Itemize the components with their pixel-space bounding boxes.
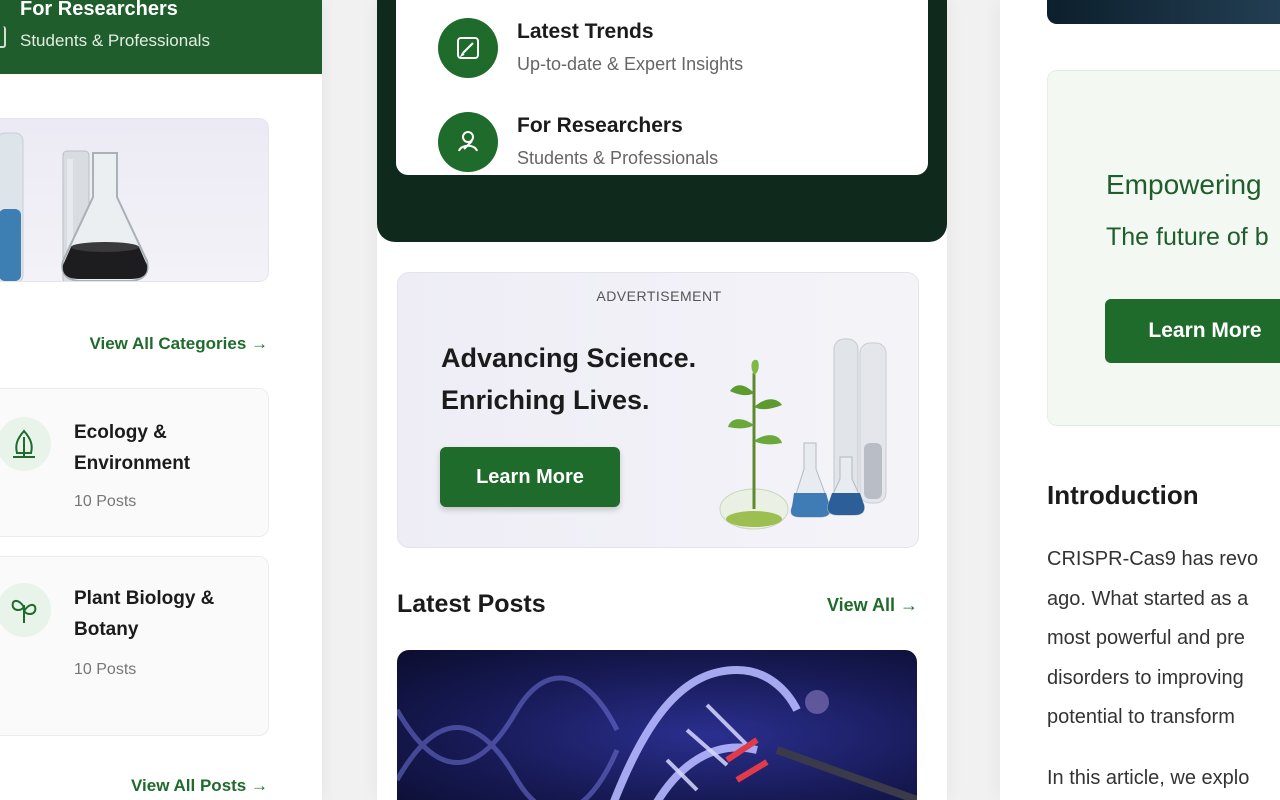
sprout-icon (0, 583, 51, 637)
hero-image (1047, 0, 1280, 24)
promo-subheading: The future of b (1106, 223, 1269, 251)
features-panel: Latest Trends Up-to-date & Expert Insigh… (377, 0, 947, 242)
banner-subtitle: Students & Professionals (20, 31, 210, 50)
promo-card: Empowering The future of b Learn More (1047, 70, 1280, 426)
introduction-heading: Introduction (1047, 480, 1199, 510)
ad-headline: Advancing Science. Enriching Lives. (441, 337, 741, 421)
learn-more-button[interactable]: Learn More (1105, 299, 1280, 363)
category-card-ecology[interactable]: Ecology & Environment 10 Posts (0, 388, 269, 537)
researchers-banner[interactable]: For Researchers Students & Professionals (0, 0, 322, 74)
paragraph-line: most powerful and pre (1047, 627, 1245, 649)
view-all-link[interactable]: View All → (827, 595, 918, 616)
researcher-icon (438, 112, 498, 172)
left-phone-screen: For Researchers Students & Professionals… (0, 0, 322, 800)
right-phone-screen: Empowering The future of b Learn More In… (1000, 0, 1280, 800)
ad-label: ADVERTISEMENT (596, 288, 722, 304)
researcher-icon (0, 26, 6, 48)
view-all-posts-link[interactable]: View All Posts → (131, 776, 268, 796)
plant-glassware-illustration (719, 338, 887, 530)
category-post-count: 10 Posts (74, 661, 137, 678)
category-title: Plant Biology & Botany (74, 588, 215, 640)
category-card-plant-biology[interactable]: Plant Biology & Botany 10 Posts (0, 556, 269, 736)
feature-title: Latest Trends (517, 20, 654, 43)
middle-phone-screen: Latest Trends Up-to-date & Expert Insigh… (377, 0, 947, 800)
lab-glassware-image (0, 118, 269, 282)
pen-icon (438, 18, 498, 78)
paragraph-line: potential to transform (1047, 706, 1235, 728)
paragraph-line: ago. What started as a (1047, 587, 1249, 610)
paragraph-line: disorders to improving (1047, 666, 1244, 689)
ad-headline-line-1: Advancing Science. (441, 343, 697, 373)
feature-subtitle: Up-to-date & Expert Insights (517, 54, 744, 74)
paragraph-line: In this article, we explo (1047, 767, 1250, 789)
banner-title: For Researchers (20, 0, 178, 20)
category-post-count: 10 Posts (74, 493, 137, 510)
introduction-paragraph: CRISPR-Cas9 has revo ago. What started a… (1047, 540, 1280, 738)
category-title: Ecology & Environment (74, 422, 191, 474)
post-thumbnail-dna[interactable] (397, 650, 917, 800)
paragraph-line: CRISPR-Cas9 has revo (1047, 548, 1259, 570)
view-all-categories-link[interactable]: View All Categories → (89, 334, 268, 354)
advertisement-card[interactable]: ADVERTISEMENT Advancing Science. Enrichi… (397, 272, 919, 548)
feature-title: For Researchers (517, 114, 683, 137)
leaf-icon (0, 417, 51, 471)
promo-heading: Empowering (1106, 169, 1262, 200)
feature-subtitle: Students & Professionals (517, 148, 719, 168)
learn-more-button[interactable]: Learn More (440, 447, 620, 507)
latest-posts-heading: Latest Posts (397, 590, 546, 618)
features-card: Latest Trends Up-to-date & Expert Insigh… (396, 0, 928, 175)
ad-headline-line-2: Enriching Lives. (441, 385, 650, 415)
